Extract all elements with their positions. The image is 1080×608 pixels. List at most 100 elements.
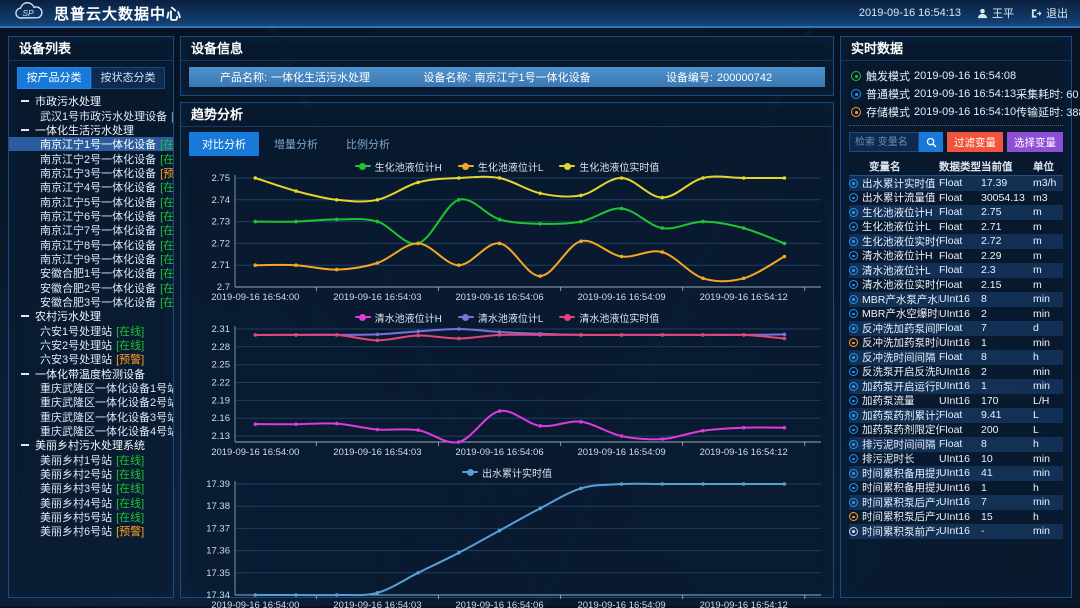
table-row[interactable]: 排污泥时长UInt1610min <box>849 452 1063 467</box>
tree-group[interactable]: 市政污水处理 <box>9 94 173 108</box>
table-row[interactable]: 反洗泵开启反洗时长UInt162min <box>849 365 1063 380</box>
collapse-icon[interactable] <box>21 444 29 446</box>
legend-item[interactable]: 生化池液位计H <box>355 159 442 174</box>
trend-tab-1[interactable]: 对比分析 <box>189 132 259 156</box>
tree-group[interactable]: 美丽乡村污水处理系统 <box>9 438 173 452</box>
legend-item[interactable]: 清水池液位计H <box>355 310 442 325</box>
table-row[interactable]: 生化池液位计LFloat2.71m <box>849 220 1063 235</box>
variable-name-text: 反冲洗加药泵间隔时间 <box>862 321 939 336</box>
legend-item[interactable]: 生化池液位实时值 <box>559 159 659 174</box>
tree-item[interactable]: 武汉1号市政污水处理设备[离线] <box>9 108 173 122</box>
tree-item[interactable]: 重庆武隆区一体化设备3号站[在线] <box>9 410 173 424</box>
tree-item[interactable]: 美丽乡村6号站[预警] <box>9 524 173 538</box>
legend-item[interactable]: 生化池液位计L <box>458 159 544 174</box>
tree-item[interactable]: 南京江宁3号一体化设备[预警] <box>9 166 173 180</box>
tree-item[interactable]: 美丽乡村3号站[在线] <box>9 481 173 495</box>
cell-current-value: 1 <box>981 482 1033 494</box>
tree-item[interactable]: 美丽乡村5号站[在线] <box>9 510 173 524</box>
legend-item[interactable]: 清水池液位实时值 <box>559 310 659 325</box>
tree-item[interactable]: 安徽合肥1号一体化设备[在线] <box>9 266 173 280</box>
tree-item[interactable]: 南京江宁2号一体化设备[在线] <box>9 151 173 165</box>
tree-item[interactable]: 六安3号处理站[预警] <box>9 352 173 366</box>
collapse-icon[interactable] <box>21 315 29 317</box>
table-row[interactable]: 清水池液位计LFloat2.3m <box>849 263 1063 278</box>
table-row[interactable]: 出水累计流量值Float30054.13m3 <box>849 191 1063 206</box>
tree-item[interactable]: 六安2号处理站[在线] <box>9 338 173 352</box>
trend-tab-2[interactable]: 增量分析 <box>261 132 331 156</box>
table-row[interactable]: 出水累计实时值Float17.39m3/h <box>849 176 1063 191</box>
device-info-value: 南京江宁1号一体化设备 <box>474 72 590 84</box>
table-row[interactable]: 时间累积备用提升泵分UInt1641min <box>849 466 1063 481</box>
table-row[interactable]: 加药泵流量UInt16170L/H <box>849 394 1063 409</box>
status-badge: [在线] <box>160 295 173 309</box>
device-list-tab-2[interactable]: 按状态分类 <box>91 67 165 89</box>
cell-current-value: 15 <box>981 511 1033 523</box>
filter-variables-button[interactable]: 过滤变量 <box>947 132 1003 152</box>
table-row[interactable]: 清水池液位实时值Float2.15m <box>849 278 1063 293</box>
tree-item[interactable]: 南京江宁1号一体化设备[在线] <box>9 137 173 151</box>
table-row[interactable]: 清水池液位计HFloat2.29m <box>849 249 1063 264</box>
table-row[interactable]: 加药泵药剂累计流量Float9.41L <box>849 408 1063 423</box>
tree-label: 市政污水处理 <box>35 94 101 108</box>
tree-item[interactable]: 南京江宁8号一体化设备[在线] <box>9 237 173 251</box>
cell-unit: m <box>1033 235 1063 247</box>
tree-item[interactable]: 南京江宁7号一体化设备[在线] <box>9 223 173 237</box>
tree-item[interactable]: 安徽合肥3号一体化设备[在线] <box>9 295 173 309</box>
trend-analysis-panel: 趋势分析 对比分析增量分析比例分析 生化池液位计H生化池液位计L生化池液位实时值… <box>180 102 834 598</box>
cell-unit: m3 <box>1033 192 1063 204</box>
user-menu[interactable]: 王平 <box>977 5 1014 21</box>
table-row[interactable]: 反冲洗加药泵时间UInt161min <box>849 336 1063 351</box>
tree-item[interactable]: 南京江宁6号一体化设备[在线] <box>9 209 173 223</box>
tree-item[interactable]: 重庆武隆区一体化设备2号站[预警] <box>9 395 173 409</box>
legend-item[interactable]: 清水池液位计L <box>458 310 544 325</box>
table-row[interactable]: 时间累积泵后产水电动阀时UInt1615h <box>849 510 1063 525</box>
table-row[interactable]: 反冲洗时间间隔Float8h <box>849 350 1063 365</box>
table-row[interactable]: 时间累积泵前产水电动阀分UInt16-min <box>849 524 1063 539</box>
table-row[interactable]: 反冲洗加药泵间隔时间Float7d <box>849 321 1063 336</box>
tree-group[interactable]: 农村污水处理 <box>9 309 173 323</box>
cell-variable-name: 时间累积备用提升泵分 <box>849 466 939 481</box>
cell-current-value: 8 <box>981 293 1033 305</box>
search-input[interactable] <box>849 132 919 152</box>
legend-item[interactable]: 出水累计实时值 <box>462 465 552 480</box>
tree-item[interactable]: 南京江宁4号一体化设备[在线] <box>9 180 173 194</box>
tree-item[interactable]: 美丽乡村1号站[在线] <box>9 453 173 467</box>
trend-tab-3[interactable]: 比例分析 <box>333 132 403 156</box>
collapse-icon[interactable] <box>21 129 29 131</box>
logout-button[interactable]: 退出 <box>1030 5 1068 21</box>
tree-item[interactable]: 美丽乡村4号站[在线] <box>9 496 173 510</box>
tree-item[interactable]: 重庆武隆区一体化设备4号站[预警] <box>9 424 173 438</box>
cell-data-type: Float <box>939 322 981 334</box>
collapse-icon[interactable] <box>21 100 29 102</box>
select-variables-button[interactable]: 选择变量 <box>1007 132 1063 152</box>
cell-data-type: Float <box>939 177 981 189</box>
table-row[interactable]: 加药泵开启运行时间UInt161min <box>849 379 1063 394</box>
variable-name-text: MBR产水空爆时间分 <box>862 306 939 321</box>
table-row[interactable]: MBR产水泵产水时间分UInt168min <box>849 292 1063 307</box>
tree-item[interactable]: 重庆武隆区一体化设备1号站[预警] <box>9 381 173 395</box>
tree-label: 南京江宁6号一体化设备 <box>40 209 156 223</box>
tree-item[interactable]: 六安1号处理站[在线] <box>9 324 173 338</box>
tree-item[interactable]: 安徽合肥2号一体化设备[在线] <box>9 280 173 294</box>
table-row[interactable]: 生化池液位计HFloat2.75m <box>849 205 1063 220</box>
tree-group[interactable]: 一体化带温度检测设备 <box>9 367 173 381</box>
tree-label: 美丽乡村1号站 <box>40 453 112 467</box>
cell-current-value: 17.39 <box>981 177 1033 189</box>
collapse-icon[interactable] <box>21 373 29 375</box>
tree-item[interactable]: 美丽乡村2号站[在线] <box>9 467 173 481</box>
tree-item[interactable]: 南京江宁5号一体化设备[在线] <box>9 194 173 208</box>
device-list-tab-1[interactable]: 按产品分类 <box>17 67 91 89</box>
table-row[interactable]: 生化池液位实时值Float2.72m <box>849 234 1063 249</box>
logout-label: 退出 <box>1046 5 1068 21</box>
tree-item[interactable]: 南京江宁9号一体化设备[在线] <box>9 252 173 266</box>
table-row[interactable]: 时间累积泵后产水电动阀分UInt167min <box>849 495 1063 510</box>
cell-current-value: 2.3 <box>981 264 1033 276</box>
table-row[interactable]: 排污泥时间间隔Float8h <box>849 437 1063 452</box>
tree-group[interactable]: 一体化生活污水处理 <box>9 123 173 137</box>
table-row[interactable]: 加药泵药剂限定值Float200L <box>849 423 1063 438</box>
table-row[interactable]: 时间累积备用提升泵时UInt161h <box>849 481 1063 496</box>
svg-text:2.25: 2.25 <box>212 360 231 371</box>
variable-name-text: 时间累积备用提升泵时 <box>862 480 939 495</box>
table-row[interactable]: MBR产水空爆时间分UInt162min <box>849 307 1063 322</box>
search-button[interactable] <box>919 132 943 152</box>
